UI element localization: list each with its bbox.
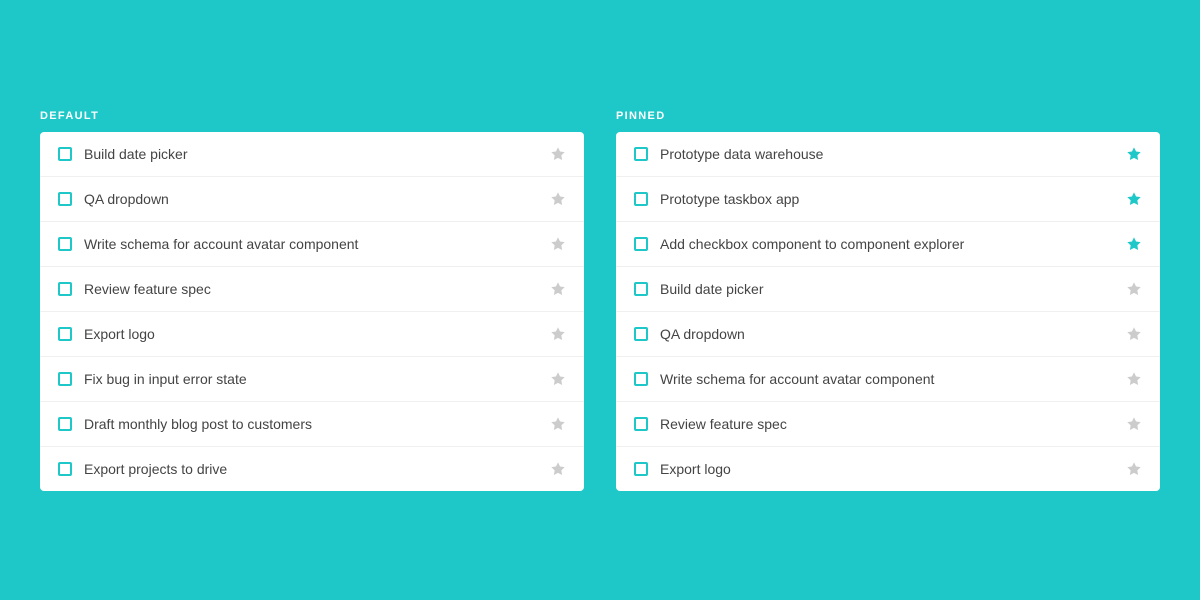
panels-container: DEFAULT Build date picker QA dropdown Wri… — [0, 70, 1200, 531]
panel-default: Build date picker QA dropdown Write sche… — [40, 132, 584, 491]
task-checkbox[interactable] — [634, 462, 648, 476]
panel-label-pinned: PINNED — [616, 110, 1160, 122]
task-label: Write schema for account avatar componen… — [660, 371, 1114, 387]
task-checkbox[interactable] — [58, 462, 72, 476]
task-label: QA dropdown — [84, 191, 538, 207]
list-item: QA dropdown — [40, 177, 584, 222]
star-filled-icon[interactable] — [1126, 146, 1142, 162]
star-empty-icon[interactable] — [1126, 371, 1142, 387]
task-checkbox[interactable] — [58, 192, 72, 206]
task-label: Add checkbox component to component expl… — [660, 236, 1114, 252]
task-label: Prototype taskbox app — [660, 191, 1114, 207]
list-item: Build date picker — [40, 132, 584, 177]
task-checkbox[interactable] — [58, 417, 72, 431]
list-item: Review feature spec — [616, 402, 1160, 447]
list-item: Add checkbox component to component expl… — [616, 222, 1160, 267]
task-label: Build date picker — [84, 146, 538, 162]
star-filled-icon[interactable] — [1126, 191, 1142, 207]
star-empty-icon[interactable] — [550, 281, 566, 297]
list-item: Prototype taskbox app — [616, 177, 1160, 222]
task-label: QA dropdown — [660, 326, 1114, 342]
star-empty-icon[interactable] — [1126, 326, 1142, 342]
task-label: Review feature spec — [660, 416, 1114, 432]
list-item: Export logo — [616, 447, 1160, 491]
task-label: Prototype data warehouse — [660, 146, 1114, 162]
star-empty-icon[interactable] — [550, 371, 566, 387]
star-empty-icon[interactable] — [550, 236, 566, 252]
task-label: Export logo — [660, 461, 1114, 477]
list-item: Write schema for account avatar componen… — [40, 222, 584, 267]
task-label: Write schema for account avatar componen… — [84, 236, 538, 252]
task-label: Draft monthly blog post to customers — [84, 416, 538, 432]
task-label: Export logo — [84, 326, 538, 342]
task-label: Fix bug in input error state — [84, 371, 538, 387]
list-item: Export projects to drive — [40, 447, 584, 491]
task-checkbox[interactable] — [58, 237, 72, 251]
list-item: Export logo — [40, 312, 584, 357]
star-empty-icon[interactable] — [550, 326, 566, 342]
star-empty-icon[interactable] — [1126, 281, 1142, 297]
list-item: Fix bug in input error state — [40, 357, 584, 402]
task-checkbox[interactable] — [58, 327, 72, 341]
task-checkbox[interactable] — [634, 282, 648, 296]
task-checkbox[interactable] — [634, 147, 648, 161]
star-empty-icon[interactable] — [1126, 416, 1142, 432]
list-item: Draft monthly blog post to customers — [40, 402, 584, 447]
task-checkbox[interactable] — [634, 327, 648, 341]
panel-wrapper-pinned: PINNED Prototype data warehouse Prototype… — [616, 110, 1160, 491]
task-checkbox[interactable] — [634, 372, 648, 386]
list-item: Write schema for account avatar componen… — [616, 357, 1160, 402]
star-empty-icon[interactable] — [550, 461, 566, 477]
task-checkbox[interactable] — [634, 417, 648, 431]
list-item: Prototype data warehouse — [616, 132, 1160, 177]
task-checkbox[interactable] — [58, 147, 72, 161]
star-filled-icon[interactable] — [1126, 236, 1142, 252]
task-label: Export projects to drive — [84, 461, 538, 477]
star-empty-icon[interactable] — [550, 416, 566, 432]
star-empty-icon[interactable] — [550, 146, 566, 162]
star-empty-icon[interactable] — [550, 191, 566, 207]
task-checkbox[interactable] — [58, 282, 72, 296]
task-checkbox[interactable] — [634, 192, 648, 206]
panel-wrapper-default: DEFAULT Build date picker QA dropdown Wri… — [40, 110, 584, 491]
task-checkbox[interactable] — [634, 237, 648, 251]
panel-pinned: Prototype data warehouse Prototype taskb… — [616, 132, 1160, 491]
list-item: Build date picker — [616, 267, 1160, 312]
task-label: Build date picker — [660, 281, 1114, 297]
task-checkbox[interactable] — [58, 372, 72, 386]
panel-label-default: DEFAULT — [40, 110, 584, 122]
task-label: Review feature spec — [84, 281, 538, 297]
star-empty-icon[interactable] — [1126, 461, 1142, 477]
list-item: Review feature spec — [40, 267, 584, 312]
list-item: QA dropdown — [616, 312, 1160, 357]
